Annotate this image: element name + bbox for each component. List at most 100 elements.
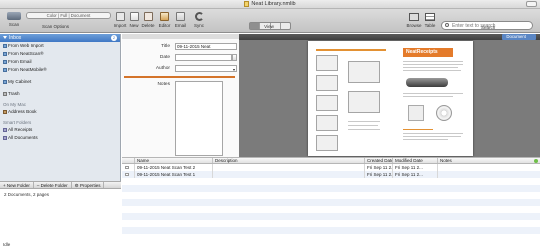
new-button[interactable]: New bbox=[128, 10, 140, 28]
empty-row bbox=[122, 220, 540, 227]
row-checkbox[interactable] bbox=[125, 173, 129, 176]
notes-label: Notes bbox=[157, 82, 170, 87]
table-body: 09-11-2015 Neat Scan Test 2 Fri Sep 11 2… bbox=[122, 164, 540, 241]
email-icon bbox=[176, 12, 185, 21]
trash-icon bbox=[3, 92, 7, 96]
cable-image bbox=[408, 105, 424, 121]
page-screenshot-image bbox=[348, 91, 380, 113]
table-row[interactable]: 09-11-2015 Neat Scan Test 2 Fri Sep 11 2… bbox=[122, 164, 540, 171]
sidebar-item-email[interactable]: From Email bbox=[0, 58, 120, 66]
document-icon bbox=[244, 0, 250, 7]
page-text-line bbox=[403, 61, 463, 62]
page-screenshot-image bbox=[348, 61, 380, 83]
sidebar-item-label: Trash bbox=[8, 91, 20, 96]
smart-folder-icon bbox=[3, 128, 7, 132]
sidebar-item-trash[interactable]: Trash bbox=[0, 90, 120, 98]
sidebar-item-inbox[interactable]: Inbox 2 bbox=[0, 34, 120, 42]
sidebar-item-my-cabinet[interactable]: My Cabinet bbox=[0, 78, 120, 86]
empty-row bbox=[122, 206, 540, 213]
cell-description bbox=[212, 164, 364, 171]
column-header-notes[interactable]: Notes bbox=[437, 158, 532, 163]
folder-icon bbox=[3, 68, 7, 72]
sidebar-item-address-book[interactable]: Address Book bbox=[0, 108, 120, 116]
scan-options-select[interactable]: Color | Full | Document bbox=[26, 12, 111, 19]
page-text-line bbox=[348, 125, 378, 126]
sidebar-item-label: All Documents bbox=[8, 135, 38, 140]
folder-icon bbox=[3, 52, 7, 56]
notes-textarea[interactable] bbox=[175, 81, 223, 156]
delete-folder-button[interactable]: – Delete Folder bbox=[34, 182, 72, 188]
delete-label: Delete bbox=[141, 23, 155, 28]
new-label: New bbox=[129, 23, 139, 28]
cell-modified-date: Fri Sep 11 2... bbox=[392, 171, 437, 178]
sidebar-item-web-import[interactable]: From Web Import bbox=[0, 42, 120, 50]
status-indicator-icon bbox=[534, 159, 538, 163]
sidebar-group-on-my-mac: On My Mac bbox=[3, 102, 27, 107]
table-button[interactable]: Table bbox=[423, 10, 437, 28]
column-header-description[interactable]: Description bbox=[212, 158, 364, 163]
document-table: Name Description Created Date Modified D… bbox=[122, 157, 540, 250]
column-header-modified-date[interactable]: Modified Date bbox=[392, 158, 437, 163]
email-label: Email bbox=[174, 23, 187, 28]
toolbar-toggle-button[interactable] bbox=[526, 1, 537, 7]
page-text-line bbox=[403, 70, 461, 71]
email-button[interactable]: Email bbox=[173, 10, 188, 28]
cell-notes bbox=[437, 171, 532, 178]
sidebar-item-all-documents[interactable]: All Documents bbox=[0, 134, 120, 142]
window-titlebar: Neat Library.nmlib bbox=[0, 0, 540, 9]
editor-icon bbox=[160, 12, 169, 21]
column-header-name[interactable]: Name bbox=[134, 158, 212, 163]
cell-name: 09-11-2015 Neat Scan Test 2 bbox=[134, 164, 212, 171]
document-page-preview[interactable]: NeatReceipts bbox=[308, 41, 473, 156]
cell-description bbox=[212, 171, 364, 178]
page-text-line bbox=[403, 133, 463, 134]
page-text-line bbox=[403, 136, 461, 137]
viewer-header: Document bbox=[239, 34, 540, 40]
sidebar-item-neatscan[interactable]: From NeatScan® bbox=[0, 50, 120, 58]
column-header-created-date[interactable]: Created Date bbox=[364, 158, 392, 163]
folder-icon bbox=[3, 60, 7, 64]
properties-button[interactable]: ⚙ Properties bbox=[72, 182, 105, 188]
view-option-1[interactable] bbox=[250, 23, 261, 29]
page-step-image bbox=[316, 75, 338, 91]
address-book-icon bbox=[3, 110, 7, 114]
table-icon bbox=[425, 13, 435, 21]
page-text-line bbox=[403, 139, 448, 140]
cell-name: 09-11-2015 Neat Scan Test 1 bbox=[134, 171, 212, 178]
title-field[interactable]: 09-11-2015 Neat bbox=[175, 43, 237, 50]
view-option-4[interactable] bbox=[281, 23, 290, 29]
new-folder-button[interactable]: + New Folder bbox=[0, 182, 34, 188]
editor-button[interactable]: Editor bbox=[157, 10, 172, 28]
delete-button[interactable]: Delete bbox=[140, 10, 156, 28]
sidebar-item-neatmobile[interactable]: From NeatMobile® bbox=[0, 66, 120, 74]
author-select[interactable]: ▾ bbox=[175, 65, 237, 72]
import-label: Import bbox=[113, 23, 127, 28]
browse-button[interactable]: Browse bbox=[406, 10, 422, 28]
chevron-down-icon: ▾ bbox=[232, 67, 235, 72]
table-header: Name Description Created Date Modified D… bbox=[122, 157, 540, 164]
browse-label: Browse bbox=[406, 23, 422, 28]
scan-button[interactable]: Scan bbox=[4, 9, 24, 27]
sidebar: Inbox 2 From Web Import From NeatScan® F… bbox=[0, 34, 121, 250]
date-stepper[interactable] bbox=[232, 54, 237, 61]
table-label: Table bbox=[424, 23, 436, 28]
table-row[interactable]: 09-11-2015 Neat Scan Test 1 Fri Sep 11 2… bbox=[122, 171, 540, 178]
document-menu-button[interactable]: Document bbox=[502, 34, 536, 40]
browse-icon bbox=[409, 13, 419, 21]
inbox-label: Inbox bbox=[9, 35, 22, 41]
folder-icon bbox=[3, 44, 7, 48]
column-header-select[interactable] bbox=[122, 158, 132, 163]
date-field[interactable] bbox=[175, 54, 232, 61]
sync-button[interactable]: Sync bbox=[191, 10, 207, 28]
page-text-line bbox=[348, 129, 380, 130]
main-toolbar: Scan Color | Full | Document Scan Option… bbox=[0, 9, 540, 33]
sidebar-item-label: Address Book bbox=[8, 109, 37, 114]
page-text-line bbox=[403, 93, 463, 94]
empty-row bbox=[122, 199, 540, 206]
import-button[interactable]: Import bbox=[113, 10, 127, 28]
sidebar-item-all-receipts[interactable]: All Receipts bbox=[0, 126, 120, 134]
row-checkbox[interactable] bbox=[125, 166, 129, 169]
page-text-line bbox=[348, 121, 380, 122]
sidebar-item-label: From Email bbox=[8, 59, 32, 64]
sidebar-item-label: My Cabinet bbox=[8, 79, 32, 84]
